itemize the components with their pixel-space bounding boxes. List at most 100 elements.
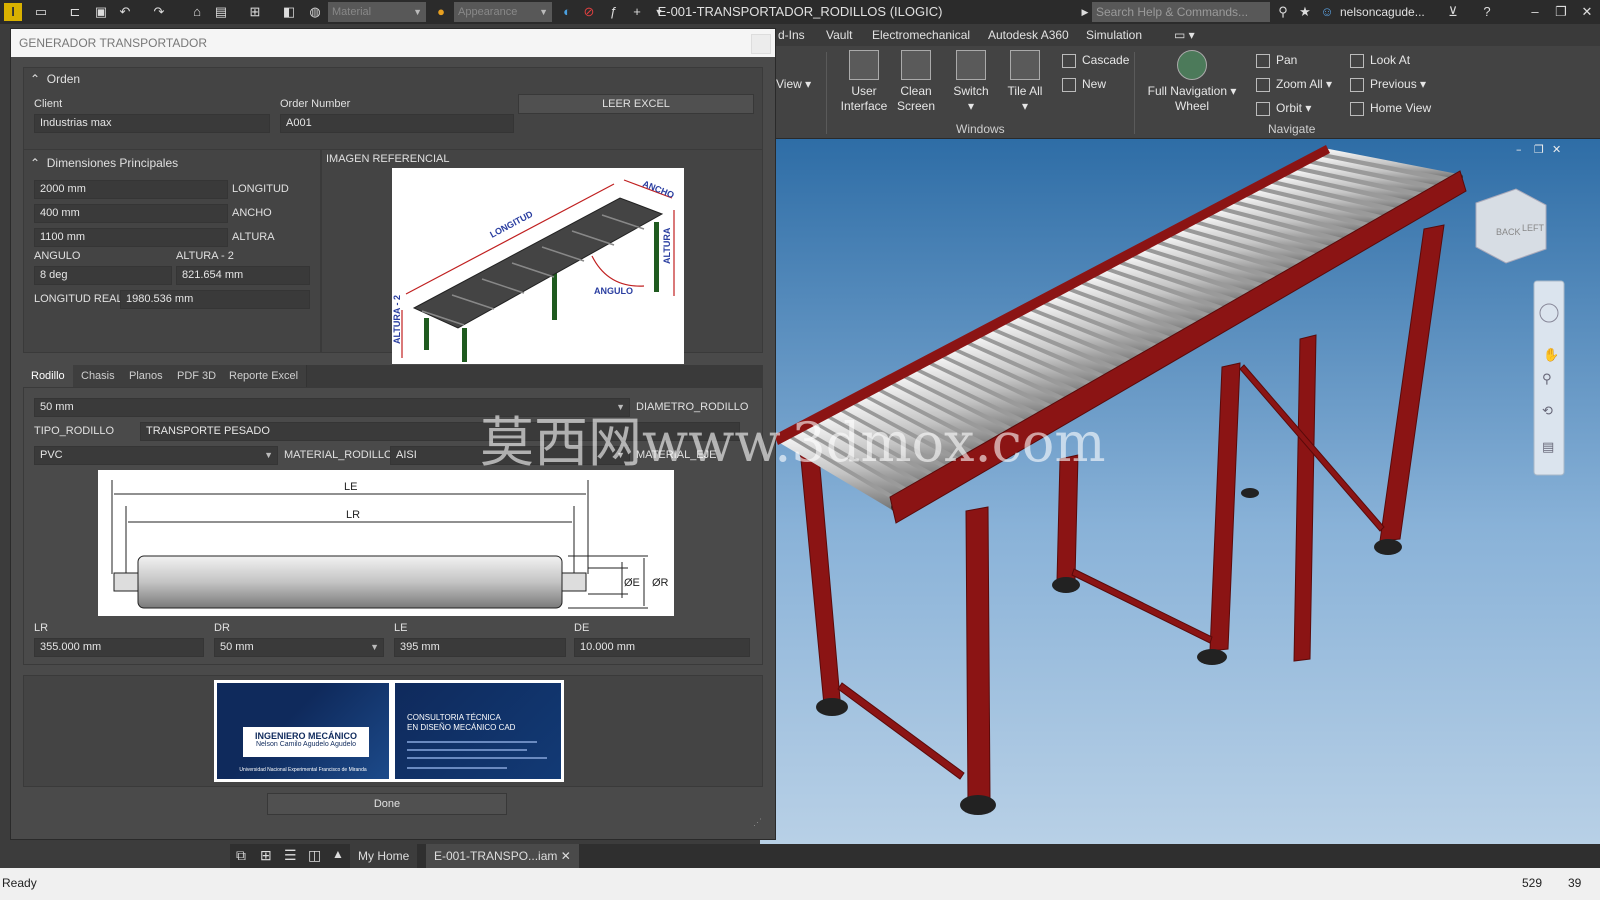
undo-icon[interactable]: ↶	[116, 3, 134, 21]
tab-list-icon[interactable]: ▲	[332, 847, 344, 861]
tab-planos[interactable]: Planos	[121, 365, 172, 387]
new-file-icon[interactable]: ▭	[32, 3, 50, 21]
dimensiones-header[interactable]: ⌃ Dimensiones Principales	[30, 156, 178, 170]
navigation-bar[interactable]: ✋ ⚲ ⟲ ▤	[1533, 280, 1565, 476]
search-input[interactable]: Search Help & Commands...	[1092, 2, 1270, 22]
graphics-viewport[interactable]: BACK LEFT ✋ ⚲ ⟲ ▤ – ❐ ✕	[760, 139, 1600, 844]
help-icon[interactable]: ?	[1478, 3, 1496, 21]
switch-button[interactable]: Switch ▾	[948, 50, 994, 114]
roller-drawing: LE LR ØE ØR	[98, 470, 674, 616]
tab-reporte-excel[interactable]: Reporte Excel	[221, 365, 308, 387]
or-dimension: ØR	[652, 577, 669, 589]
resize-grip-icon[interactable]: ⋰	[753, 817, 762, 828]
arrange-vertical-icon[interactable]: ◫	[308, 847, 321, 864]
orbit-button[interactable]: Orbit ▾	[1256, 98, 1311, 118]
zoom-all-button[interactable]: Zoom All ▾	[1256, 74, 1332, 94]
tab-autodesk-a360[interactable]: Autodesk A360	[988, 28, 1069, 42]
tile-windows-icon[interactable]: ⊞	[260, 847, 272, 864]
print-icon[interactable]: ▤	[212, 3, 230, 21]
update-icon[interactable]: ◧	[280, 3, 298, 21]
material-rodillo-select[interactable]: PVC ▼	[34, 446, 278, 465]
tab-addins[interactable]: d-Ins	[778, 28, 805, 42]
cascade-button[interactable]: Cascade	[1062, 50, 1129, 70]
tipo-rodillo-field[interactable]: TRANSPORTE PESADO	[140, 422, 740, 441]
save-icon[interactable]: ▣	[92, 3, 110, 21]
card-title-box: INGENIERO MECÁNICO Nelson Camilo Agudelo…	[243, 727, 369, 757]
star-icon[interactable]: ★	[1296, 3, 1314, 21]
order-number-label: Order Number	[280, 98, 351, 110]
client-field[interactable]: Industrias max	[34, 114, 270, 133]
ribbon-options-icon[interactable]: ▭ ▾	[1174, 28, 1195, 42]
home-icon[interactable]: ⌂	[188, 3, 206, 21]
diametro-rodillo-select[interactable]: 50 mm ▼	[34, 398, 630, 417]
tipo-rodillo-label: TIPO_RODILLO	[34, 425, 115, 437]
svg-text:LEFT: LEFT	[1522, 223, 1545, 233]
binoculars-icon[interactable]: ⚲	[1274, 3, 1292, 21]
material-eje-select[interactable]: AISI ▼	[390, 446, 630, 465]
tab-document[interactable]: E-001-TRANSPO...iam ✕	[426, 844, 579, 868]
leer-excel-button[interactable]: LEER EXCEL	[518, 94, 754, 114]
cart-icon[interactable]: ⊻	[1444, 3, 1462, 21]
pan-button[interactable]: Pan	[1256, 50, 1297, 70]
svg-text:BACK: BACK	[1496, 227, 1521, 237]
appearance-combo[interactable]: Appearance ▼	[454, 2, 552, 22]
minimize-icon[interactable]: –	[1522, 0, 1548, 24]
done-button[interactable]: Done	[267, 793, 507, 815]
order-number-field[interactable]: A001	[280, 114, 514, 133]
tab-pdf-3d[interactable]: PDF 3D	[169, 365, 226, 387]
clear-override-icon[interactable]: ⊘	[580, 3, 598, 21]
orden-header[interactable]: ⌃ Orden	[30, 72, 80, 86]
home-view-button[interactable]: Home View	[1350, 98, 1431, 118]
clean-screen-button[interactable]: Clean Screen	[894, 50, 938, 114]
fx-icon[interactable]: ƒ	[604, 3, 622, 21]
lr-field: 355.000 mm	[34, 638, 204, 657]
select-icon[interactable]: ⊞	[246, 3, 264, 21]
tab-rodillo[interactable]: Rodillo	[23, 365, 74, 387]
material-combo[interactable]: Material ▼	[328, 2, 426, 22]
ancho-field[interactable]: 400 mm	[34, 204, 228, 223]
close-icon[interactable]: ✕	[1574, 0, 1600, 24]
full-navigation-wheel-button[interactable]: Full Navigation ▾ Wheel	[1144, 50, 1240, 114]
chevron-down-icon: ▼	[616, 450, 625, 460]
user-interface-button[interactable]: User Interface	[836, 50, 892, 114]
svg-text:⟲: ⟲	[1542, 404, 1553, 419]
altura-field[interactable]: 1100 mm	[34, 228, 228, 247]
view-cube[interactable]: BACK LEFT	[1475, 188, 1547, 264]
tab-simulation[interactable]: Simulation	[1086, 28, 1142, 42]
adjust-icon[interactable]: ◐	[558, 3, 576, 21]
longitud-label: LONGITUD	[232, 183, 289, 195]
app-logo-icon[interactable]: I	[4, 3, 22, 21]
chevron-down-icon: ▼	[370, 642, 379, 652]
title-bar: I ▭ ⊏ ▣ ↶ ↷ ⌂ ▤ ⊞ ◧ ◍ Material ▼ ● Appear…	[0, 0, 1600, 24]
longitud-field[interactable]: 2000 mm	[34, 180, 228, 199]
new-window-button[interactable]: New	[1062, 74, 1106, 94]
cascade-windows-icon[interactable]: ⧉	[236, 847, 246, 864]
tab-chasis[interactable]: Chasis	[73, 365, 124, 387]
document-tabs: ⧉ ⊞ ☰ ◫ ▲ My Home E-001-TRANSPO...iam ✕	[230, 844, 1600, 868]
chevron-up-icon: ⌃	[30, 156, 41, 170]
card-right: CONSULTORIA TÉCNICA EN DISEÑO MECÁNICO C…	[395, 683, 561, 779]
close-tab-icon[interactable]: ✕	[561, 849, 571, 863]
previous-view-button[interactable]: Previous ▾	[1350, 74, 1426, 94]
redo-icon[interactable]: ↷	[150, 3, 168, 21]
user-icon[interactable]: ☺	[1318, 3, 1336, 21]
viewport-window-controls[interactable]: – ❐ ✕	[1516, 143, 1561, 156]
angulo-field[interactable]: 8 deg	[34, 266, 172, 285]
tab-my-home[interactable]: My Home	[350, 844, 418, 868]
look-at-button[interactable]: Look At	[1350, 50, 1410, 70]
restore-icon[interactable]: ❐	[1548, 0, 1574, 24]
tab-electromechanical[interactable]: Electromechanical	[872, 28, 970, 42]
arrange-horizontal-icon[interactable]: ☰	[284, 847, 297, 864]
business-card-section: INGENIERO MECÁNICO Nelson Camilo Agudelo…	[23, 675, 763, 787]
user-name[interactable]: nelsoncagude...	[1340, 5, 1425, 19]
customize-icon[interactable]: ▼	[650, 3, 668, 21]
close-dialog-button[interactable]	[751, 34, 771, 54]
tab-vault[interactable]: Vault	[826, 28, 852, 42]
open-folder-icon[interactable]: ⊏	[66, 3, 84, 21]
material-rodillo-label: MATERIAL_RODILLO	[284, 449, 393, 461]
globe-icon[interactable]: ◍	[306, 3, 324, 21]
dimensiones-section: ⌃ Dimensiones Principales 2000 mm LONGIT…	[23, 149, 321, 353]
tile-all-button[interactable]: Tile All ▾	[1002, 50, 1048, 114]
appearance-icon[interactable]: ●	[432, 3, 450, 21]
plus-icon[interactable]: +	[628, 3, 646, 21]
